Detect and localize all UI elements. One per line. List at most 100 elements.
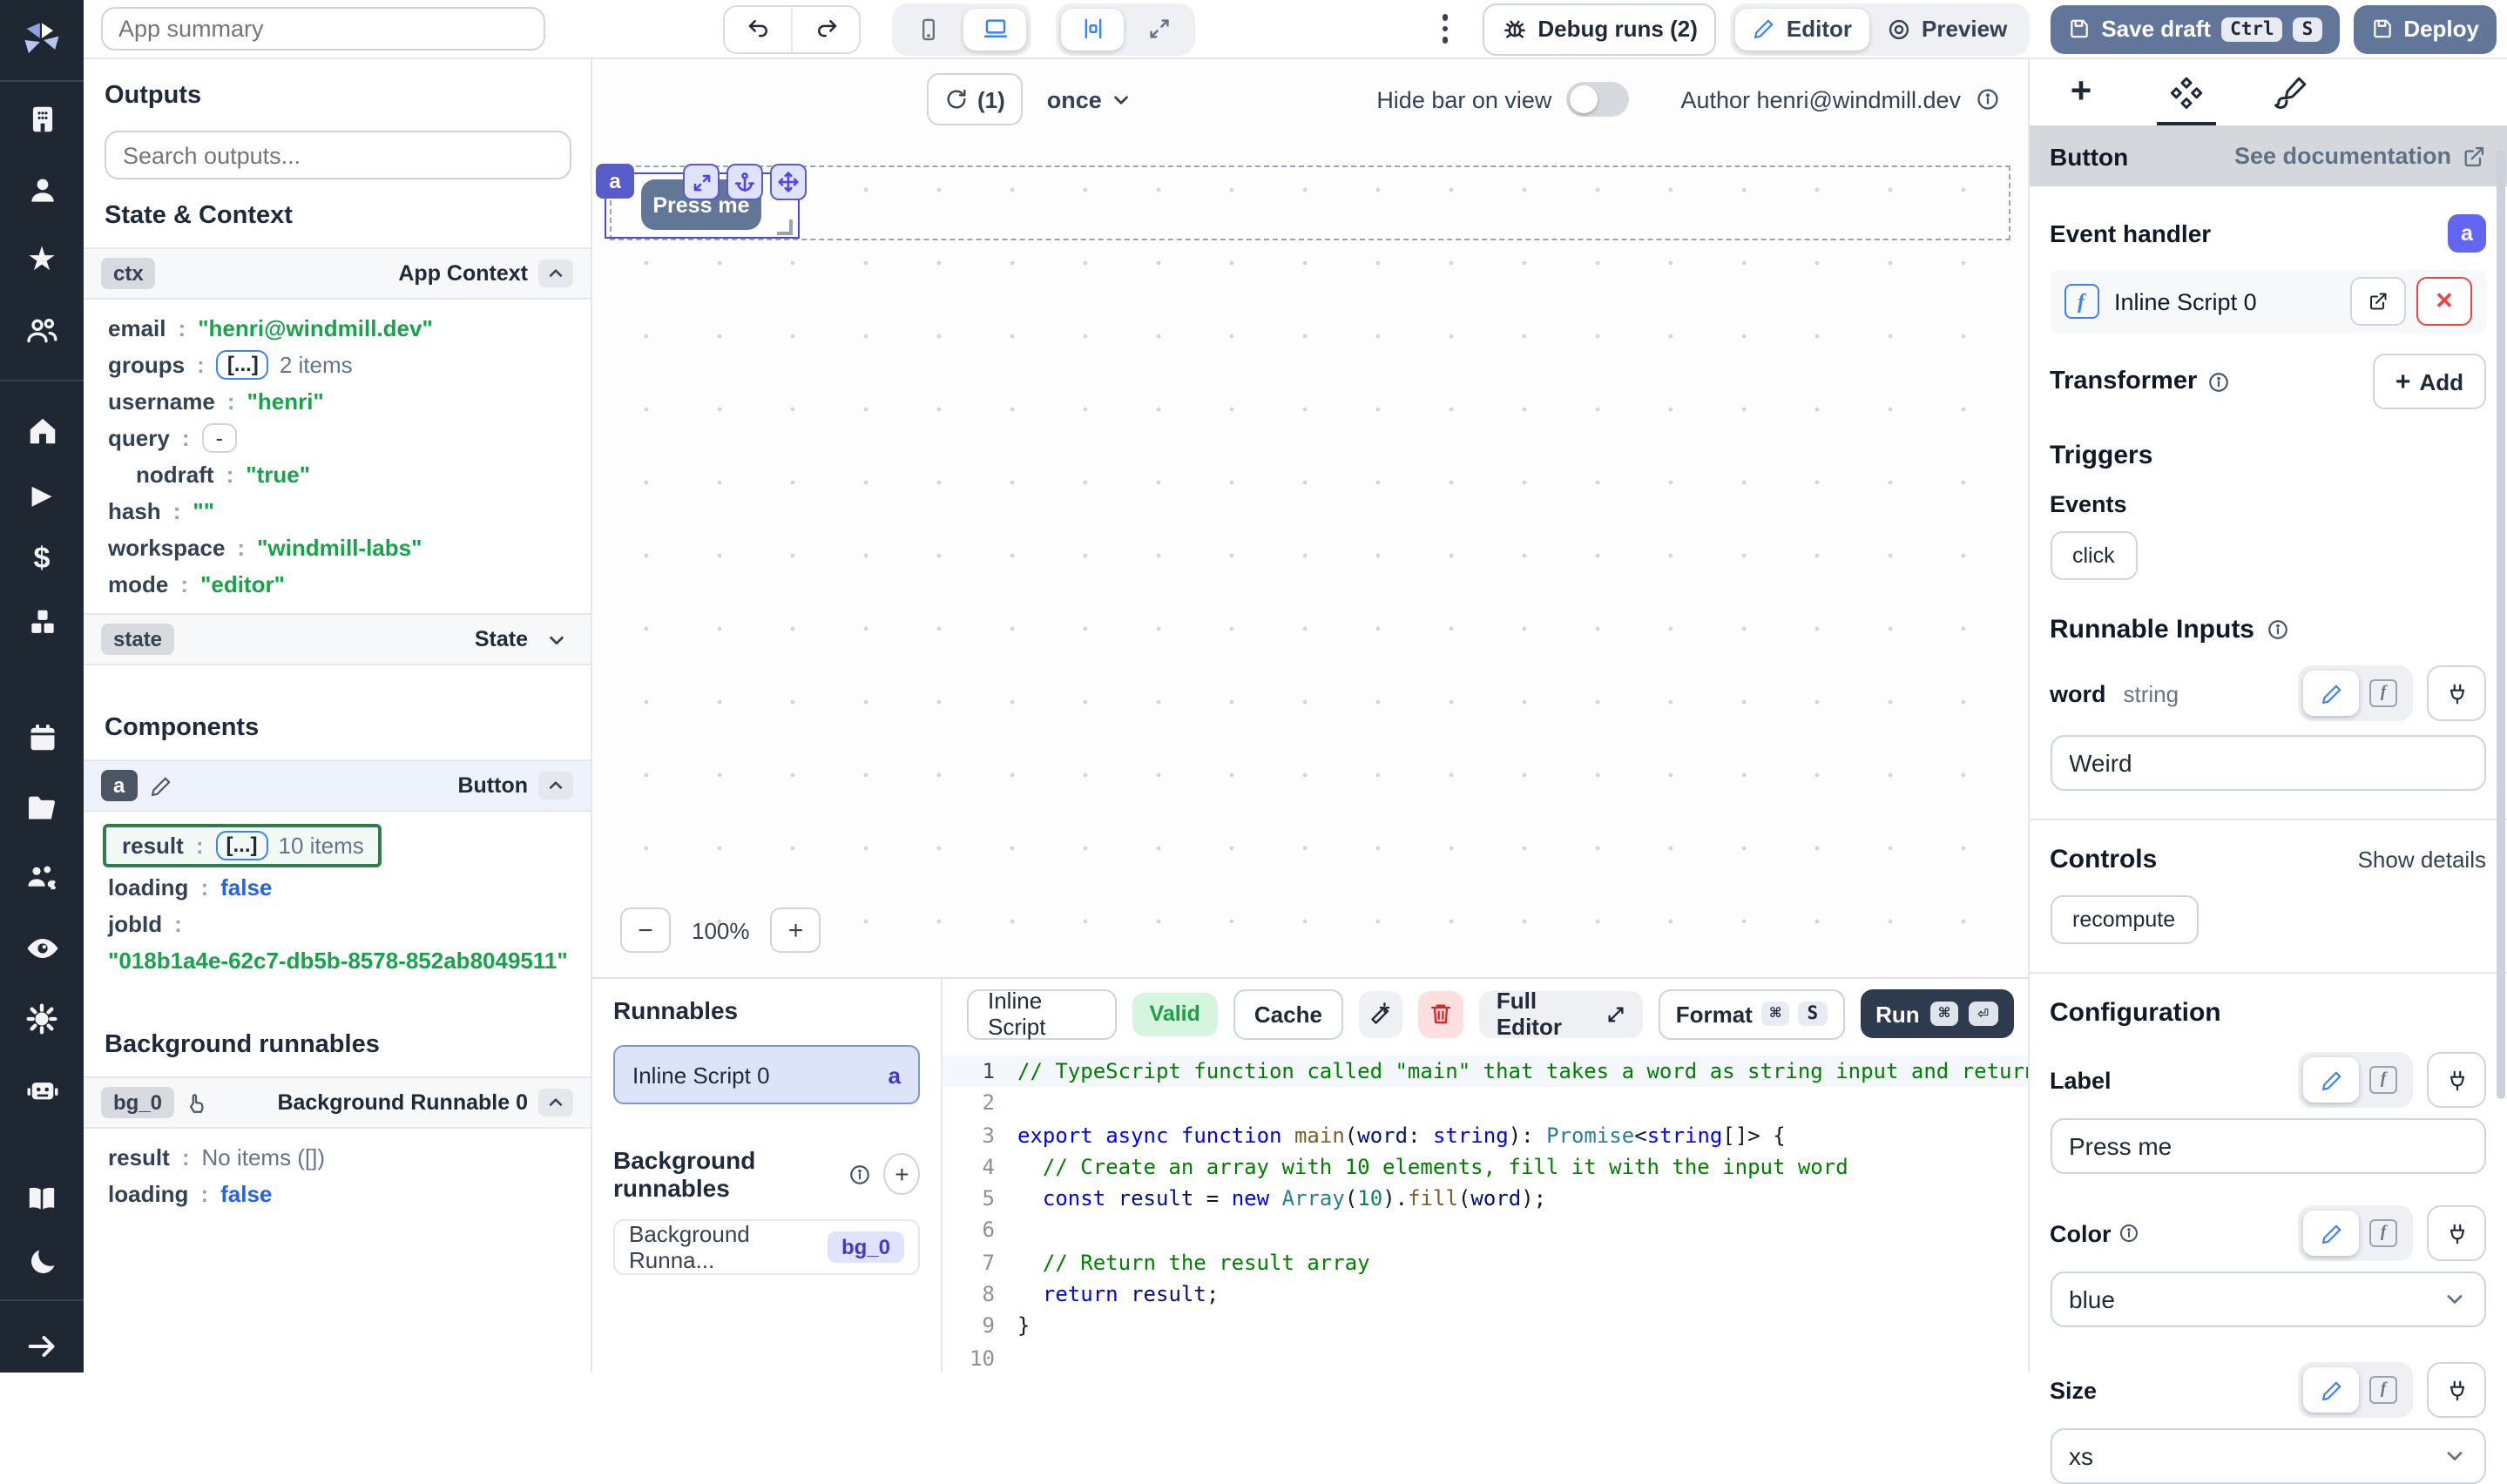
code-area[interactable]: 1// TypeScript function called "main" th…	[943, 1049, 2027, 1373]
function-mode[interactable]: f	[2359, 1367, 2408, 1413]
center-layout-button[interactable]	[1061, 8, 1124, 50]
size-select[interactable]: xs	[2050, 1428, 2486, 1484]
home-icon[interactable]	[0, 406, 84, 456]
static-pencil-mode[interactable]	[2303, 1211, 2359, 1256]
chevron-up-icon[interactable]	[538, 772, 573, 799]
inline-script-tab[interactable]: Inline Script	[967, 988, 1117, 1039]
more-options-menu[interactable]	[1429, 15, 1461, 44]
function-mode[interactable]: f	[2359, 671, 2408, 716]
info-icon[interactable]	[2207, 370, 2230, 393]
connect-plug-button[interactable]	[2427, 1362, 2486, 1418]
refresh-button[interactable]: (1)	[927, 73, 1023, 125]
collapse-arrow-icon[interactable]	[0, 1322, 84, 1373]
save-draft-button[interactable]: Save draft CtrlS	[2051, 4, 2339, 53]
schedules-calendar-icon[interactable]	[0, 712, 84, 762]
eye-icon[interactable]	[0, 923, 84, 974]
zoom-out-button[interactable]: −	[620, 907, 671, 953]
groups-icon[interactable]	[0, 307, 84, 357]
debug-runs-button[interactable]: Debug runs (2)	[1482, 3, 1716, 55]
expand-array-badge[interactable]: [...]	[217, 350, 269, 380]
info-icon[interactable]	[1975, 87, 1999, 111]
settings-gear-icon[interactable]	[0, 994, 84, 1044]
component-settings-tab[interactable]	[2133, 59, 2238, 125]
delete-script-button[interactable]	[1419, 990, 1463, 1037]
resources-cubes-icon[interactable]	[0, 597, 84, 648]
runnable-item-selected[interactable]: Inline Script 0 a	[613, 1045, 920, 1104]
zoom-in-button[interactable]: +	[771, 907, 821, 953]
recompute-chip[interactable]: recompute	[2050, 895, 2198, 944]
function-mode[interactable]: f	[2359, 1211, 2408, 1256]
scrollbar-thumb[interactable]	[2497, 150, 2505, 1099]
add-background-runnable-button[interactable]: +	[884, 1153, 920, 1195]
folders-icon[interactable]	[0, 782, 84, 833]
bg0-header-row[interactable]: bg_0 Background Runnable 0	[84, 1076, 591, 1129]
styling-brush-tab[interactable]	[2238, 59, 2342, 125]
recompute-mode-select[interactable]: once	[1047, 86, 1133, 112]
open-script-button[interactable]	[2350, 277, 2406, 326]
empty-object-badge[interactable]: -	[202, 423, 238, 453]
connect-plug-button[interactable]	[2427, 1052, 2486, 1108]
static-pencil-mode[interactable]	[2303, 671, 2359, 716]
mobile-view-button[interactable]	[897, 8, 960, 50]
static-pencil-mode[interactable]	[2303, 1057, 2359, 1103]
undo-button[interactable]	[725, 6, 791, 51]
expand-array-badge[interactable]: [...]	[216, 831, 268, 860]
chevron-up-icon[interactable]	[538, 1089, 573, 1116]
label-value-input[interactable]	[2050, 1118, 2486, 1174]
insert-component-tab[interactable]: +	[2029, 59, 2133, 125]
connect-plug-button[interactable]	[2427, 1205, 2486, 1261]
workspace-building-icon[interactable]	[0, 95, 84, 145]
ai-wand-button[interactable]	[1359, 990, 1403, 1037]
word-value-input[interactable]	[2050, 735, 2486, 791]
info-icon[interactable]	[2267, 618, 2289, 641]
result-highlight[interactable]: result: [...] 10 items	[103, 824, 382, 867]
format-button[interactable]: Format ⌘S	[1659, 988, 1844, 1039]
anchor-handle-icon[interactable]	[726, 164, 763, 200]
variables-dollar-icon[interactable]: $	[0, 534, 84, 584]
info-icon[interactable]	[849, 1163, 872, 1185]
chevron-down-icon[interactable]	[538, 625, 573, 653]
redo-button[interactable]	[791, 6, 859, 51]
desktop-view-button[interactable]	[963, 8, 1026, 50]
connect-plug-button[interactable]	[2427, 665, 2486, 721]
deploy-button[interactable]: Deploy	[2353, 4, 2497, 53]
component-a-header-row[interactable]: a Button	[84, 759, 591, 812]
component-id-badge[interactable]: a	[596, 164, 634, 199]
info-icon[interactable]	[2118, 1223, 2139, 1244]
runs-play-icon[interactable]: ▶	[0, 469, 84, 520]
move-handle-icon[interactable]	[770, 164, 807, 200]
ai-robot-icon[interactable]	[0, 1065, 84, 1116]
expand-handle-icon[interactable]	[683, 164, 720, 200]
tab-preview[interactable]: Preview	[1869, 8, 2024, 50]
run-button[interactable]: Run ⌘⏎	[1860, 989, 2013, 1038]
cache-button[interactable]: Cache	[1233, 988, 1343, 1039]
dark-mode-moon-icon[interactable]	[0, 1236, 84, 1286]
canvas-grid[interactable]: Press me a − 100% +	[592, 139, 2027, 977]
chevron-up-icon[interactable]	[538, 260, 573, 287]
windmill-logo-icon[interactable]	[0, 16, 84, 66]
edit-id-pencil-icon[interactable]	[149, 774, 172, 797]
workers-users-gear-icon[interactable]	[0, 853, 84, 903]
function-mode[interactable]: f	[2359, 1057, 2408, 1103]
static-pencil-mode[interactable]	[2303, 1367, 2359, 1413]
state-header-row[interactable]: state State	[84, 613, 591, 665]
resize-handle[interactable]	[777, 219, 793, 235]
add-transformer-button[interactable]: +Add	[2373, 354, 2486, 409]
event-handler-script-row[interactable]: f Inline Script 0 ✕	[2050, 270, 2486, 333]
user-icon[interactable]	[0, 165, 84, 216]
tab-editor[interactable]: Editor	[1736, 8, 1869, 50]
favorites-star-icon[interactable]: ★	[0, 236, 84, 287]
full-editor-button[interactable]: Full Editor	[1479, 990, 1643, 1037]
app-summary-input[interactable]	[101, 7, 545, 51]
docs-book-icon[interactable]	[0, 1172, 84, 1223]
show-details-link[interactable]: Show details	[2358, 847, 2486, 873]
ctx-header-row[interactable]: ctx App Context	[84, 247, 591, 300]
color-select[interactable]: blue	[2050, 1272, 2486, 1327]
event-click-chip[interactable]: click	[2050, 531, 2138, 580]
background-runnable-item[interactable]: Background Runna... bg_0	[613, 1219, 920, 1275]
remove-script-button[interactable]: ✕	[2416, 277, 2472, 326]
hide-bar-toggle[interactable]	[1565, 82, 1628, 117]
fullscreen-button[interactable]	[1127, 8, 1190, 50]
search-outputs-input[interactable]	[104, 131, 571, 179]
see-documentation-link[interactable]: See documentation	[2234, 143, 2486, 169]
